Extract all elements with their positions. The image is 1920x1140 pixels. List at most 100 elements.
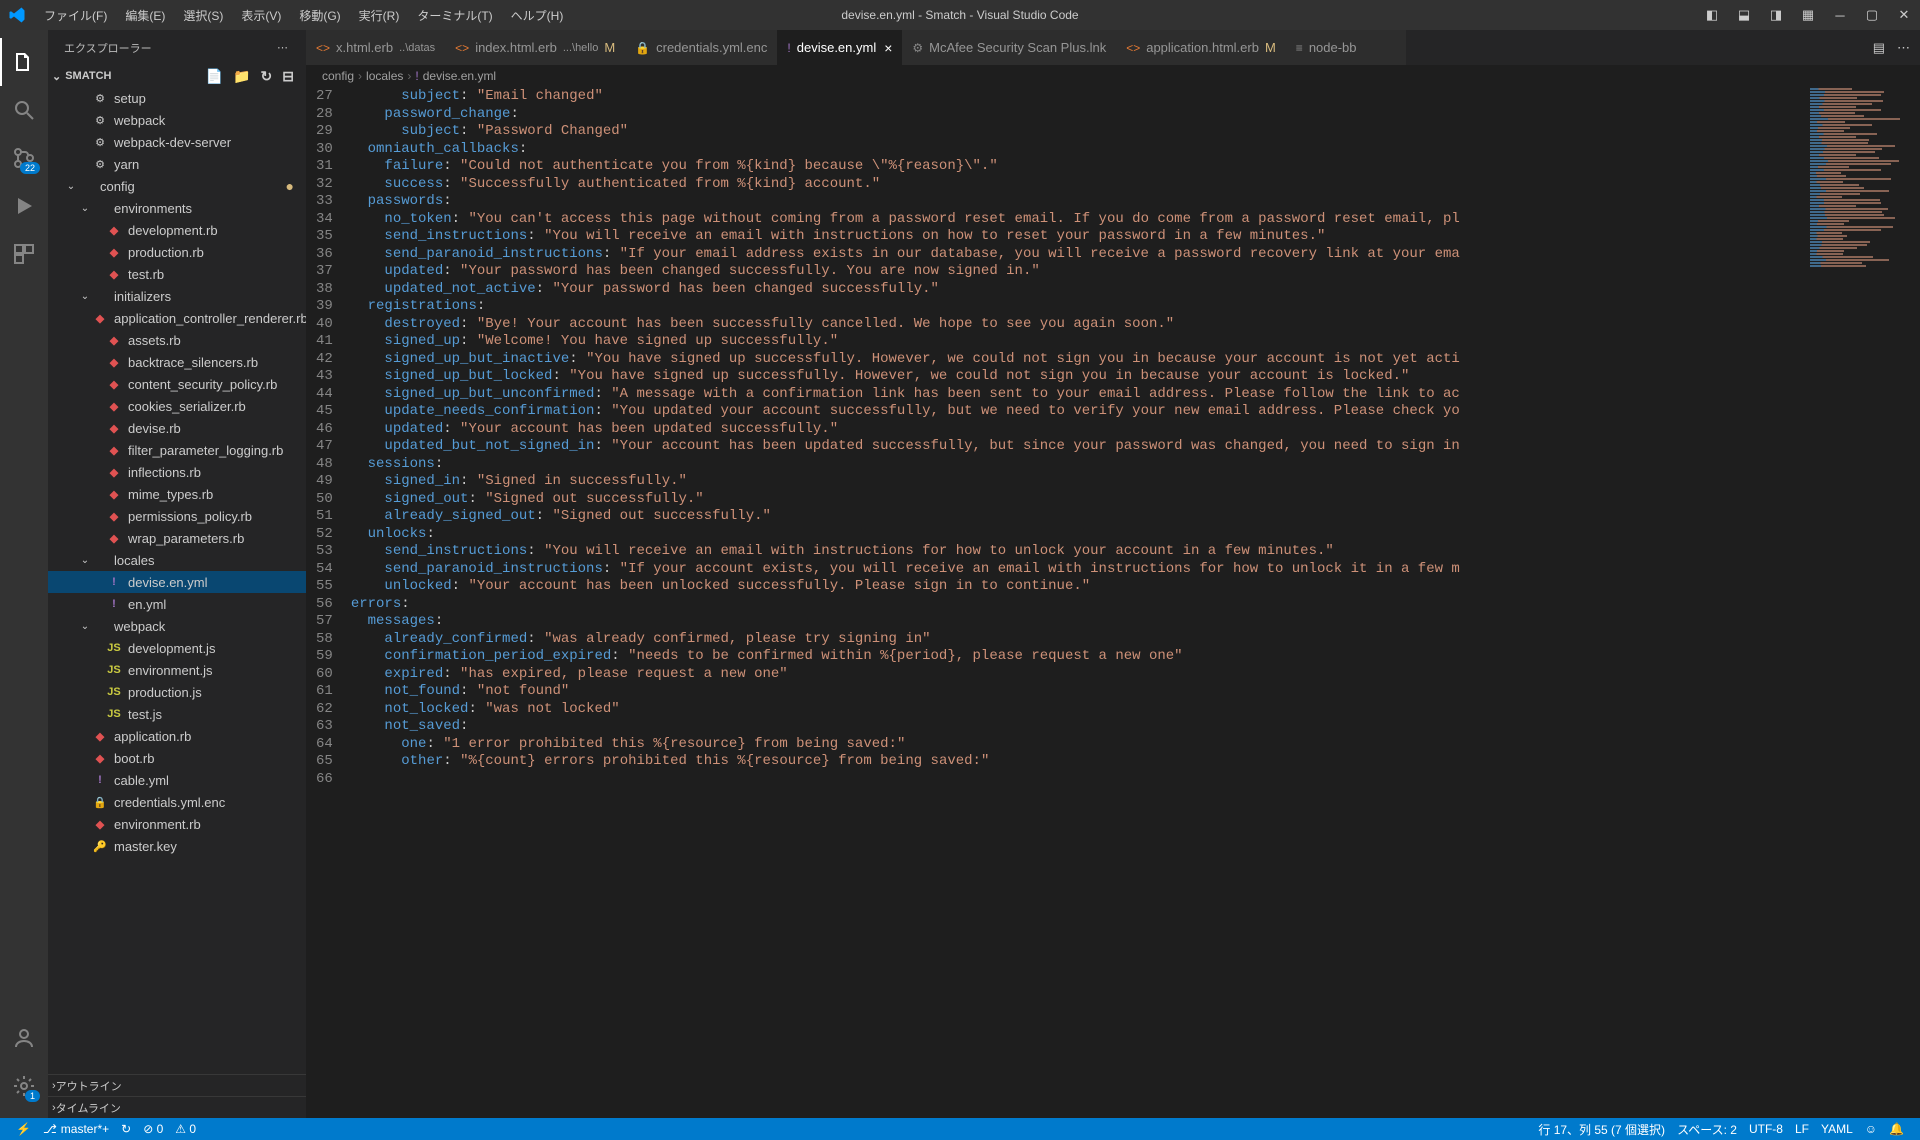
new-file-icon[interactable]: 📄 (206, 68, 223, 85)
tree-folder[interactable]: ⌄environments (48, 197, 306, 219)
activity-search[interactable] (0, 86, 48, 134)
code-line[interactable]: already_signed_out: "Signed out successf… (351, 507, 1920, 525)
tree-file[interactable]: JSproduction.js (48, 681, 306, 703)
tree-file[interactable]: ◆inflections.rb (48, 461, 306, 483)
code-line[interactable]: destroyed: "Bye! Your account has been s… (351, 315, 1920, 333)
code-line[interactable]: signed_up_but_unconfirmed: "A message wi… (351, 385, 1920, 403)
breadcrumb-item[interactable]: devise.en.yml (423, 69, 496, 83)
code-line[interactable]: signed_up: "Welcome! You have signed up … (351, 332, 1920, 350)
eol[interactable]: LF (1789, 1121, 1815, 1138)
sidebar-more-icon[interactable]: ⋯ (277, 41, 290, 54)
feedback-icon[interactable]: ☺ (1859, 1121, 1883, 1138)
window-maximize-icon[interactable]: ▢ (1864, 7, 1880, 23)
tree-file[interactable]: JSdevelopment.js (48, 637, 306, 659)
window-close-icon[interactable]: ✕ (1896, 7, 1912, 23)
code-line[interactable]: signed_up_but_locked: "You have signed u… (351, 367, 1920, 385)
code-line[interactable]: errors: (351, 595, 1920, 613)
menu-item[interactable]: ヘルプ(H) (503, 3, 572, 28)
minimap[interactable] (1806, 87, 1906, 287)
breadcrumb-item[interactable]: config (322, 69, 354, 83)
tree-file[interactable]: !en.yml (48, 593, 306, 615)
code-line[interactable]: omniauth_callbacks: (351, 140, 1920, 158)
timeline-section[interactable]: › タイムライン (48, 1096, 306, 1118)
tree-file[interactable]: ◆backtrace_silencers.rb (48, 351, 306, 373)
code-line[interactable]: registrations: (351, 297, 1920, 315)
code-line[interactable]: signed_up_but_inactive: "You have signed… (351, 350, 1920, 368)
tree-file[interactable]: ◆application.rb (48, 725, 306, 747)
tree-file[interactable]: ◆development.rb (48, 219, 306, 241)
layout-customize-icon[interactable]: ▦ (1800, 7, 1816, 23)
folder-root[interactable]: ⌄ SMATCH 📄 📁 ↻ ⊟ (48, 65, 306, 87)
tree-file[interactable]: ◆mime_types.rb (48, 483, 306, 505)
tree-file[interactable]: ◆filter_parameter_logging.rb (48, 439, 306, 461)
code-line[interactable]: unlocked: "Your account has been unlocke… (351, 577, 1920, 595)
tree-folder[interactable]: ⌄webpack (48, 615, 306, 637)
menu-item[interactable]: ファイル(F) (36, 3, 115, 28)
notifications-icon[interactable]: 🔔 (1883, 1121, 1910, 1138)
collapse-all-icon[interactable]: ⊟ (282, 68, 294, 85)
code-line[interactable]: sessions: (351, 455, 1920, 473)
code-line[interactable]: subject: "Password Changed" (351, 122, 1920, 140)
tree-file[interactable]: ◆assets.rb (48, 329, 306, 351)
tree-file[interactable]: ◆permissions_policy.rb (48, 505, 306, 527)
tree-file[interactable]: ⚙webpack (48, 109, 306, 131)
tree-file[interactable]: ◆production.rb (48, 241, 306, 263)
activity-run-debug[interactable] (0, 182, 48, 230)
tree-folder[interactable]: ⌄locales (48, 549, 306, 571)
refresh-icon[interactable]: ↻ (261, 68, 273, 85)
git-branch[interactable]: ⎇master*+ (37, 1122, 115, 1136)
code-line[interactable]: messages: (351, 612, 1920, 630)
editor-tab[interactable]: 🔒credentials.yml.enc (625, 30, 777, 65)
tree-folder[interactable]: ⌄initializers (48, 285, 306, 307)
breadcrumb-item[interactable]: locales (366, 69, 403, 83)
code-content[interactable]: subject: "Email changed" password_change… (351, 87, 1920, 1118)
layout-panel-left-icon[interactable]: ◧ (1704, 7, 1720, 23)
tree-file[interactable]: ◆cookies_serializer.rb (48, 395, 306, 417)
tree-file[interactable]: JStest.js (48, 703, 306, 725)
code-line[interactable]: one: "1 error prohibited this %{resource… (351, 735, 1920, 753)
activity-accounts[interactable] (0, 1014, 48, 1062)
tree-file[interactable]: ◆environment.rb (48, 813, 306, 835)
code-line[interactable]: success: "Successfully authenticated fro… (351, 175, 1920, 193)
window-minimize-icon[interactable]: ─ (1832, 7, 1848, 23)
tree-file[interactable]: ◆application_controller_renderer.rb (48, 307, 306, 329)
code-line[interactable]: other: "%{count} errors prohibited this … (351, 752, 1920, 770)
tab-more-icon[interactable]: ⋯ (1897, 40, 1910, 56)
code-line[interactable]: password_change: (351, 105, 1920, 123)
code-line[interactable]: updated_not_active: "Your password has b… (351, 280, 1920, 298)
code-line[interactable]: updated_but_not_signed_in: "Your account… (351, 437, 1920, 455)
menu-item[interactable]: 実行(R) (351, 3, 408, 28)
editor-tab[interactable]: <>application.html.erbM (1116, 30, 1286, 65)
activity-explorer[interactable] (0, 38, 48, 86)
breadcrumbs[interactable]: config›locales›! devise.en.yml (306, 65, 1920, 87)
tree-file[interactable]: ⚙yarn (48, 153, 306, 175)
tree-file[interactable]: ◆content_security_policy.rb (48, 373, 306, 395)
tree-file[interactable]: ◆wrap_parameters.rb (48, 527, 306, 549)
code-line[interactable]: send_instructions: "You will receive an … (351, 227, 1920, 245)
code-line[interactable]: not_found: "not found" (351, 682, 1920, 700)
editor-tab[interactable]: !devise.en.yml× (777, 30, 902, 65)
menu-item[interactable]: 表示(V) (233, 3, 289, 28)
code-line[interactable]: update_needs_confirmation: "You updated … (351, 402, 1920, 420)
code-line[interactable]: send_paranoid_instructions: "If your ema… (351, 245, 1920, 263)
menu-item[interactable]: 選択(S) (175, 3, 231, 28)
tree-file[interactable]: !cable.yml (48, 769, 306, 791)
code-line[interactable] (351, 770, 1920, 788)
tree-file[interactable]: JSenvironment.js (48, 659, 306, 681)
code-line[interactable]: no_token: "You can't access this page wi… (351, 210, 1920, 228)
code-line[interactable]: subject: "Email changed" (351, 87, 1920, 105)
problems-errors[interactable]: ⊘ 0 (137, 1122, 169, 1136)
code-line[interactable]: send_instructions: "You will receive an … (351, 542, 1920, 560)
tree-file[interactable]: ◆devise.rb (48, 417, 306, 439)
remote-indicator[interactable]: ⚡ (10, 1122, 37, 1136)
tree-file[interactable]: ◆boot.rb (48, 747, 306, 769)
tab-overflow-icon[interactable]: ▤ (1873, 40, 1885, 56)
indentation[interactable]: スペース: 2 (1671, 1121, 1743, 1138)
code-line[interactable]: signed_in: "Signed in successfully." (351, 472, 1920, 490)
code-line[interactable]: updated: "Your password has been changed… (351, 262, 1920, 280)
new-folder-icon[interactable]: 📁 (233, 68, 250, 85)
code-line[interactable]: unlocks: (351, 525, 1920, 543)
editor-tab[interactable]: ⚙McAfee Security Scan Plus.lnk (902, 30, 1116, 65)
code-line[interactable]: failure: "Could not authenticate you fro… (351, 157, 1920, 175)
tree-file[interactable]: 🔑master.key (48, 835, 306, 857)
